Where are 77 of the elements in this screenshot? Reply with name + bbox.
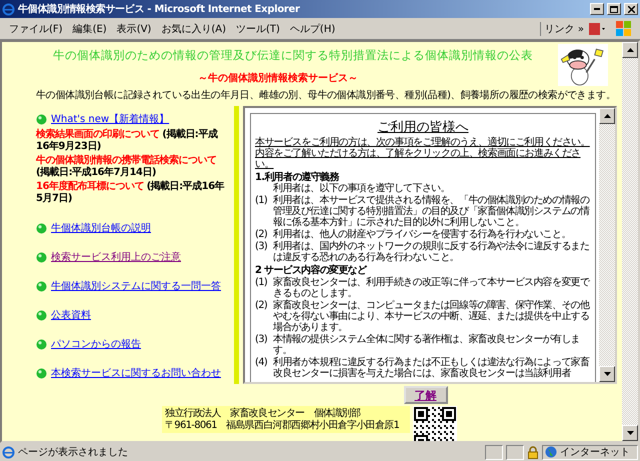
- browser-icon: [2, 2, 15, 16]
- up-arrow-icon: [604, 114, 610, 118]
- news-item[interactable]: 検索結果画面の印刷について (掲載日:平成16年9月23日): [36, 129, 228, 153]
- item-text: 利用者は、他人の財産やプライバシーを侵害する行為を行わないこと。: [273, 229, 572, 240]
- menu-item[interactable]: ツール(T): [231, 22, 285, 36]
- scroll-down-button[interactable]: [599, 366, 615, 382]
- item-number: (3): [255, 241, 268, 254]
- lock-icon: [527, 446, 539, 458]
- maximize-icon: [610, 6, 618, 12]
- footer-line: 独立行政法人 家畜改良センター 個体識別部: [165, 408, 362, 420]
- notice-intro: 本サービスをご利用の方は、次の事項をご理解のうえ、適切にご利用ください。内容をご了解いただける方は、了解をクリックの上、検索画面にお進みください。: [255, 137, 591, 170]
- item-number: (1): [255, 277, 268, 290]
- bullet-icon: [36, 368, 47, 378]
- bullet-icon: [36, 114, 47, 124]
- menu-link[interactable]: 牛個体識別台帳の説明: [51, 221, 151, 235]
- page-icon: [2, 446, 15, 458]
- item-number: (1): [255, 195, 268, 208]
- item-number: (2): [255, 229, 268, 240]
- close-button[interactable]: [624, 3, 638, 15]
- qr-code-drawing: [414, 407, 456, 441]
- news-link[interactable]: What's new【新着情報】: [51, 112, 170, 126]
- up-arrow-icon: [626, 48, 634, 52]
- status-pane: [485, 444, 503, 460]
- scroll-down-button[interactable]: [622, 425, 638, 441]
- down-arrow-icon: [604, 372, 610, 376]
- item-text: 家畜改良センターは、コンピュータまたは回線等の障害、保守作業、その他やむを得ない事由により、本サービスの中断、遅延、または提供を中止する場合があります。: [273, 300, 591, 333]
- status-pane: [506, 444, 524, 460]
- bullet-icon: [36, 338, 47, 350]
- menu-link[interactable]: 牛個体識別システムに関する一問一答: [51, 279, 221, 293]
- windows-flag-icon: [616, 20, 632, 36]
- description-text: 牛の個体識別台帳に記録されている出生の年月日、雌雄の別、母牛の個体識別番号、種別(品種)、飼養場所の履歴の検索ができます。: [36, 88, 617, 102]
- zone-text: インターネット: [560, 446, 630, 459]
- menu-item[interactable]: 表示(V): [112, 22, 156, 36]
- page-scrollbar[interactable]: [622, 42, 638, 441]
- minimize-icon: [594, 8, 600, 10]
- status-text: ページが表示されました: [18, 446, 129, 459]
- globe-icon: [545, 446, 557, 458]
- news-item[interactable]: 牛の個体識別情報の携帯電話検索について (掲載日:平成16年7月14日): [36, 155, 228, 179]
- page-heading: 牛の個体識別のための情報の管理及び伝達に関する特別措置法による個体識別情報の公表: [53, 48, 533, 63]
- close-icon: [628, 6, 634, 12]
- menu-item[interactable]: ヘルプ(H): [284, 22, 340, 36]
- agree-button[interactable]: 了解: [404, 386, 448, 404]
- bullet-icon: [36, 222, 47, 234]
- links-label[interactable]: リンク »: [540, 22, 588, 36]
- section-heading: 2 サービス内容の変更など: [255, 265, 368, 276]
- menu-link[interactable]: パソコンからの報告: [51, 337, 141, 351]
- menu-item[interactable]: 編集(E): [68, 22, 112, 36]
- item-text: 家畜改良センターは、利用手続きの改正等に伴って本サービス内容を変更できるものとします。: [273, 277, 591, 299]
- window-title: 牛個体識別情報検索サービス - Microsoft Internet Explorer: [18, 2, 301, 16]
- item-number: (3): [255, 334, 268, 347]
- maximize-button[interactable]: [607, 3, 621, 15]
- notice-title: ご利用の皆様へ: [376, 119, 470, 136]
- scroll-up-button[interactable]: [622, 42, 638, 58]
- item-number: (2): [255, 300, 268, 313]
- bullet-icon: [36, 310, 47, 320]
- scroll-up-button[interactable]: [599, 108, 615, 124]
- menu-link[interactable]: 本検索サービスに関するお問い合わせ: [51, 366, 221, 380]
- menu-link[interactable]: 検索サービス利用上のご注意: [51, 250, 181, 264]
- menu-item[interactable]: ファイル(F): [4, 22, 68, 36]
- cow-mascot-drawing: [558, 44, 608, 86]
- frame-scrollbar[interactable]: [599, 108, 615, 382]
- bullet-icon: [36, 280, 47, 292]
- section-lead: 利用者は、以下の事項を遵守して下さい。: [273, 183, 451, 194]
- bullet-icon: [36, 252, 47, 262]
- item-number: (4): [255, 357, 268, 370]
- news-item[interactable]: 16年度配布耳標について (掲載日:平成16年5月7日): [36, 181, 228, 205]
- minimize-button[interactable]: [590, 3, 604, 15]
- down-arrow-icon: [626, 431, 634, 435]
- menu-item[interactable]: お気に入り(A): [156, 22, 231, 36]
- item-text: 本情報の提供システム全体に関する著作権は、家畜改良センターが有します。: [273, 334, 581, 356]
- section-heading: 1.利用者の遵守義務: [255, 172, 340, 183]
- item-text: 利用者は、本サービスで提供される情報を、「牛の個体識別のための情報の管理及び伝達に関する特別措置法」の目的及び「家畜個体識別システムの情報に係る基本方針」に示された目的以外に利用しないこと。: [273, 195, 591, 228]
- menu-link[interactable]: 公表資料: [51, 308, 91, 322]
- item-text: 利用者が本規程に違反する行為または不正もしくは違法な行為によって家畜改良センターに損害を与えた場合には、家畜改良センターは当該利用者: [273, 357, 590, 379]
- item-text: 利用者は、国内外のネットワークの規則に反する行為や法令に違反するまたは違反する恐れのある行為を行わないこと。: [273, 241, 590, 263]
- page-subtitle: ～牛の個体識別情報検索サービス～: [198, 72, 358, 85]
- footer-line: 〒961-8061 福島県西白河郡西郷村小田倉字小田倉原1: [165, 420, 400, 432]
